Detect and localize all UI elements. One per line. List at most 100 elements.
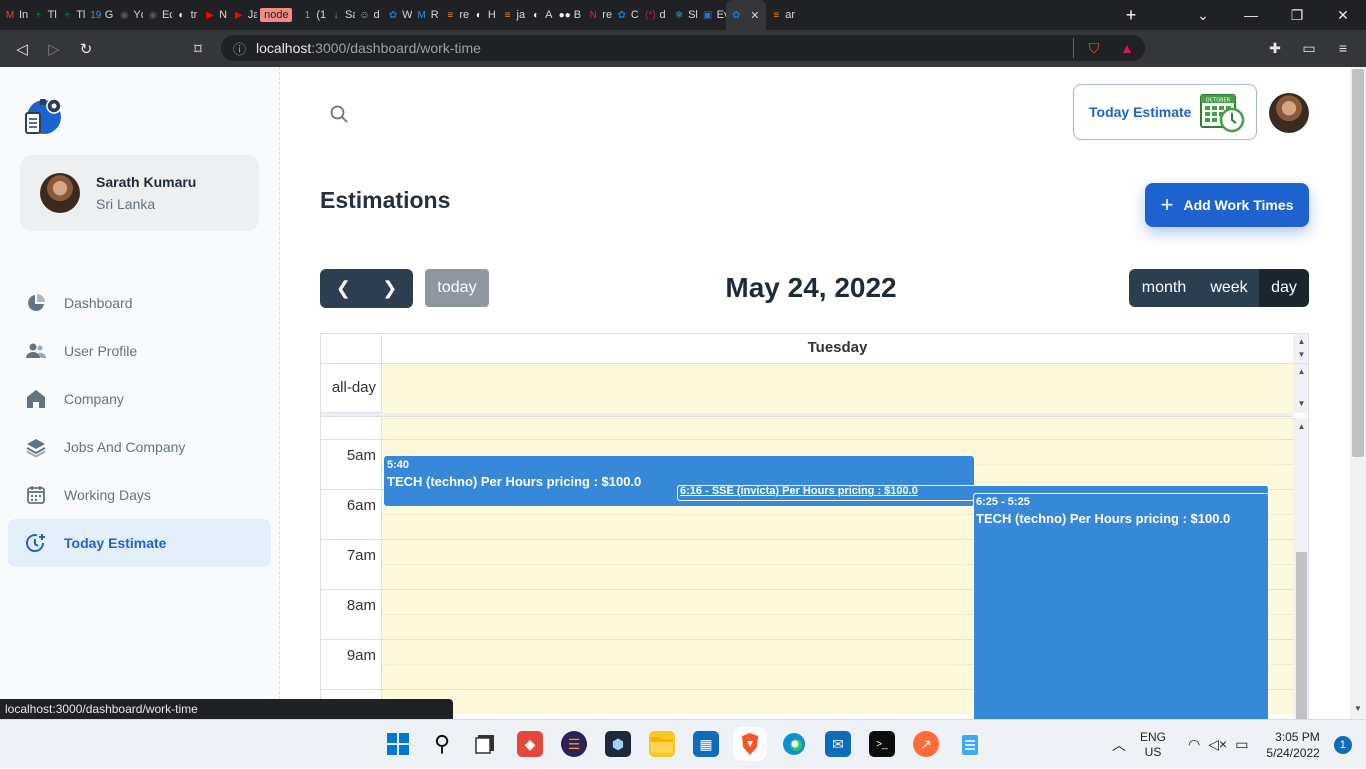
browser-tab[interactable]: ●● B (555, 0, 584, 30)
brave-browser-icon[interactable] (737, 731, 763, 757)
user-card[interactable]: Sarath Kumaru Sri Lanka (20, 155, 259, 231)
reload-icon[interactable]: ↻ (70, 40, 102, 58)
browser-tab[interactable]: ◉ Yc (114, 0, 143, 30)
browser-tab[interactable]: ▶ Ja (229, 0, 257, 30)
ide-icon[interactable]: ⬢ (605, 731, 631, 757)
pie-chart-icon (28, 294, 45, 311)
browser-tab[interactable]: ▣Ev (698, 0, 726, 30)
view-week-button[interactable]: week (1199, 269, 1259, 307)
battery-icon[interactable]: ▭ (1235, 736, 1248, 753)
notification-badge[interactable]: 1 (1333, 735, 1352, 754)
browser-tab[interactable]: ✿ C (612, 0, 641, 30)
today-button[interactable]: today (425, 269, 489, 307)
search-icon[interactable]: ⚲ (429, 731, 455, 757)
view-day-button[interactable]: day (1259, 269, 1309, 307)
task-view-icon[interactable] (472, 731, 498, 757)
mail-icon[interactable]: ✉ (825, 731, 851, 757)
scroll-down-icon[interactable]: ▼ (1350, 704, 1366, 713)
clock[interactable]: 3:05 PM 5/24/2022 (1266, 729, 1319, 761)
sidebar-item-today-estimate[interactable]: Today Estimate (8, 519, 271, 567)
sidebar-item-dashboard[interactable]: Dashboard (8, 279, 271, 327)
extensions-icon[interactable]: ✚ (1263, 36, 1287, 60)
add-work-times-button[interactable]: + Add Work Times (1145, 183, 1309, 227)
browser-tab[interactable]: ✿ W (383, 0, 412, 30)
start-icon[interactable] (385, 731, 411, 757)
page-scrollbar[interactable]: ▼ (1350, 67, 1366, 719)
browser-tab[interactable]: ⚛ Sl (669, 0, 698, 30)
new-tab-button[interactable]: + (1114, 5, 1148, 26)
prev-button[interactable]: ❮ (320, 269, 367, 308)
next-button[interactable]: ❯ (367, 269, 414, 308)
browser-tab[interactable]: + Tl (57, 0, 86, 30)
sidebar-item-company[interactable]: Company (8, 375, 271, 423)
browser-tab[interactable]: ✿ ✕ (726, 0, 767, 30)
info-icon[interactable]: ⓘ (233, 39, 246, 58)
browser-tab[interactable]: ☺ d (355, 0, 384, 30)
browser-tab[interactable]: 1 (1 (297, 0, 326, 30)
eclipse-icon[interactable]: ☰ (561, 731, 587, 757)
tab-search-icon[interactable]: ⌄ (1178, 7, 1228, 24)
browser-tab[interactable]: ↓ Sa (326, 0, 354, 30)
browser-tab[interactable]: ▶ N (200, 0, 229, 30)
browser-tab[interactable]: + Tl (29, 0, 58, 30)
notepad-icon[interactable] (957, 731, 983, 757)
file-explorer-icon[interactable] (649, 731, 675, 757)
browser-tab[interactable]: ◐ H (469, 0, 498, 30)
sidebar-item-working-days[interactable]: Working Days (8, 471, 271, 519)
store-icon[interactable]: ▦ (693, 731, 719, 757)
time-label (321, 664, 382, 689)
restore-icon[interactable]: ❐ (1274, 7, 1320, 24)
tab-title: tr (190, 9, 198, 21)
browser-tab[interactable]: ◐ A (526, 0, 555, 30)
brave-shields-icon[interactable]: ⛉ (1082, 36, 1106, 60)
volume-muted-icon[interactable]: ◁× (1208, 736, 1227, 753)
postman-icon[interactable]: ↗ (913, 731, 939, 757)
allday-slot[interactable] (382, 364, 1293, 413)
terminal-icon[interactable]: >_ (869, 731, 895, 757)
close-window-icon[interactable]: ✕ (1320, 7, 1366, 24)
browser-tab[interactable]: ◐ tr (172, 0, 201, 30)
calendar-event[interactable]: 6:25 - 5:25 TECH (techno) Per Hours pric… (973, 493, 1269, 719)
browser-tab[interactable]: node (257, 0, 297, 30)
tab-list: MIn+Tl+Tl19G◉Yc◉Ec◐tr▶N▶Janode1(1↓Sa☺d✿W… (0, 0, 1114, 30)
grid-scrollbar[interactable]: ▲ (1293, 418, 1308, 719)
git-client-icon[interactable]: ◆ (517, 731, 543, 757)
back-icon[interactable]: ◁ (6, 40, 38, 58)
browser-tab[interactable]: ≡ re (440, 0, 469, 30)
brave-rewards-icon[interactable]: ▲ (1115, 36, 1139, 60)
address-bar[interactable]: ⓘ localhost:3000/dashboard/work-time (221, 35, 1145, 61)
app-logo-icon[interactable] (22, 93, 68, 139)
forward-icon[interactable]: ▷ (38, 40, 70, 58)
menu-icon[interactable]: ≡ (1331, 36, 1355, 60)
language-indicator[interactable]: ENG US (1140, 730, 1166, 760)
grid-scroll-thumb[interactable] (1296, 552, 1307, 719)
today-estimate-button[interactable]: Today Estimate OCTOBER (1073, 84, 1257, 140)
sidebar-item-user-profile[interactable]: User Profile (8, 327, 271, 375)
chevron-up-icon[interactable]: ︿ (1112, 735, 1126, 755)
edge-icon[interactable] (781, 731, 807, 757)
browser-tab[interactable]: (*) d (640, 0, 669, 30)
wallet-icon[interactable]: ▭ (1297, 36, 1321, 60)
browser-tab[interactable]: ◉Ec (143, 0, 172, 30)
browser-tab[interactable]: MR (412, 0, 441, 30)
browser-tab[interactable]: M In (0, 0, 29, 30)
browser-tab[interactable]: Nre (583, 0, 612, 30)
header-avatar[interactable] (1269, 93, 1309, 133)
header-scrollbar[interactable]: ▲ ▼ (1293, 334, 1308, 363)
view-month-button[interactable]: month (1129, 269, 1199, 307)
wifi-icon[interactable]: ◠ (1188, 736, 1200, 753)
day-header[interactable]: Tuesday (382, 334, 1293, 364)
allday-scrollbar[interactable]: ▲ ▼ (1293, 364, 1308, 413)
page-scroll-thumb[interactable] (1352, 69, 1364, 457)
time-label (321, 514, 382, 539)
browser-tab[interactable]: 19 G (86, 0, 115, 30)
sidebar-item-jobs-and-company[interactable]: Jobs And Company (8, 423, 271, 471)
search-icon[interactable] (329, 104, 349, 124)
minimize-icon[interactable]: — (1228, 7, 1274, 23)
browser-tab[interactable]: ≡ ja (498, 0, 527, 30)
close-tab-icon[interactable]: ✕ (750, 9, 759, 22)
browser-tab[interactable]: ≡ ar (766, 0, 795, 30)
bookmark-icon[interactable]: ⌑ (182, 40, 214, 58)
system-tray: ︿ ENG US ◠ ◁× ▭ 3:05 PM 5/24/2022 1 (1112, 720, 1352, 769)
axis-corner (321, 334, 382, 364)
